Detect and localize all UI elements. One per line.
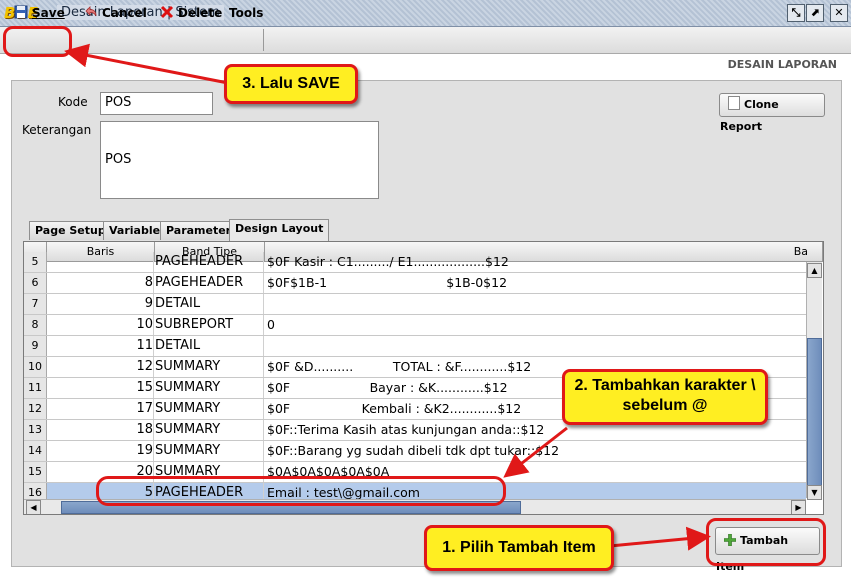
- annotation-arrows: [64, 43, 711, 551]
- callout-step-3: 3. Lalu SAVE: [224, 64, 358, 104]
- arrow-to-save: [64, 43, 229, 85]
- arrow-to-tambah: [609, 526, 711, 551]
- callout-step-1: 1. Pilih Tambah Item: [424, 525, 614, 571]
- callout-step-2: 2. Tambahkan karakter \ sebelum @: [562, 369, 768, 425]
- arrow-to-row: [503, 426, 568, 478]
